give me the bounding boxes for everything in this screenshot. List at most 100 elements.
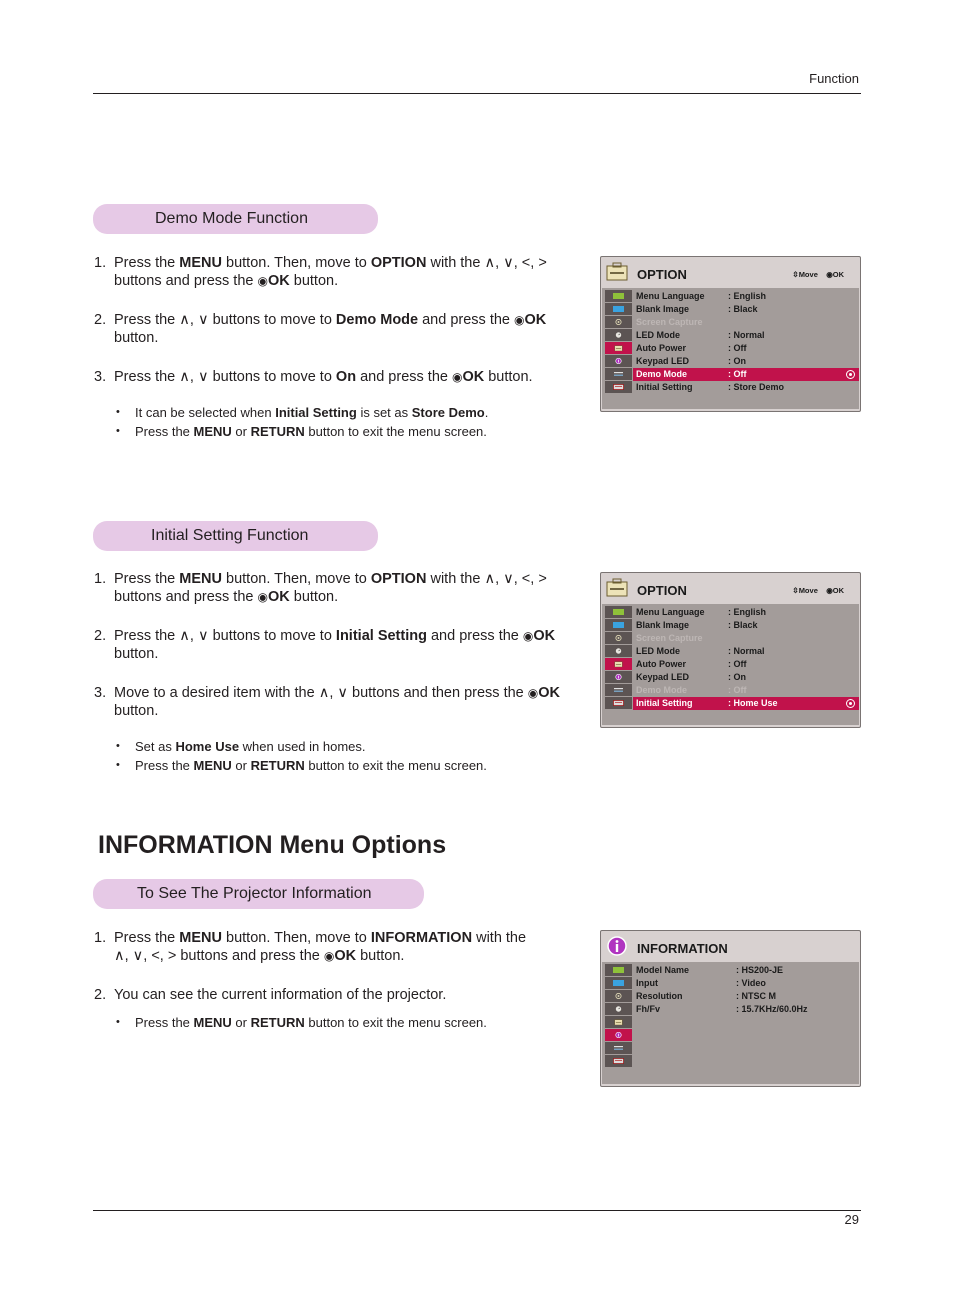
menu-row[interactable]: Demo Mode: Off — [633, 368, 859, 381]
step: 3. Move to a desired item with the ∧, ∨ … — [94, 684, 594, 720]
sidebar-item-option[interactable] — [605, 1016, 632, 1029]
ok-button-icon: ◉ — [522, 629, 534, 643]
notes-initial-setting: Set as Home Use when used in homes. Pres… — [116, 737, 487, 775]
menu-row[interactable]: Input: Video — [633, 977, 859, 990]
note-text: or — [231, 1015, 251, 1030]
menu-row-label: Demo Mode — [636, 685, 688, 695]
osd-sidebar — [602, 288, 633, 409]
menu-row[interactable]: Menu Language: English — [633, 290, 859, 303]
menu-row[interactable]: Blank Image: Black — [633, 303, 859, 316]
menu-row[interactable]: Keypad LED: On — [633, 671, 859, 684]
sidebar-item-screen[interactable] — [605, 977, 632, 990]
note-bold: Home Use — [175, 739, 240, 754]
section-pill-demo-mode: Demo Mode Function — [93, 204, 378, 234]
sidebar-item-information[interactable] — [605, 1029, 632, 1042]
step-text: and press the — [356, 369, 452, 385]
sidebar-item-timer[interactable] — [605, 329, 632, 342]
note-text: when used in homes. — [239, 739, 366, 754]
osd-body: Model Name: HS200-JE Input: Video Resoluti… — [602, 962, 859, 1084]
sidebar-item-timer[interactable] — [605, 1003, 632, 1016]
menu-row[interactable]: Initial Setting: Home Use — [633, 697, 859, 710]
menu-row[interactable]: Auto Power: Off — [633, 658, 859, 671]
sidebar-item-audio[interactable] — [605, 632, 632, 645]
sidebar-item-information[interactable] — [605, 355, 632, 368]
sidebar-item-information[interactable] — [605, 671, 632, 684]
menu-row-label: Model Name — [636, 965, 690, 975]
osd-rows: Menu Language: English Blank Image: Black… — [633, 604, 859, 725]
sidebar-item-option[interactable] — [605, 342, 632, 355]
menu-row[interactable]: Resolution: NTSC M — [633, 990, 859, 1003]
section-title-information: INFORMATION Menu Options — [98, 831, 447, 859]
menu-row[interactable]: Menu Language: English — [633, 606, 859, 619]
menu-row-value: : Black — [728, 620, 758, 630]
ok-button-icon: ◉ — [527, 686, 539, 700]
step: 1. Press the MENU button. Then, move to … — [94, 570, 594, 606]
option-icon — [613, 345, 624, 351]
picture-icon — [613, 293, 624, 299]
menu-row[interactable]: Blank Image: Black — [633, 619, 859, 632]
sidebar-item-screen[interactable] — [605, 619, 632, 632]
hint-ok: OK — [832, 586, 844, 595]
step-number: 1. — [94, 571, 107, 587]
osd-option-menu-initial: OPTION ⇳Move ◉OK Menu Language: English Bla… — [600, 572, 861, 728]
ok-button-icon: ◉ — [451, 370, 463, 384]
menu-row-value: : Black — [728, 304, 758, 314]
step-text: button. — [114, 646, 159, 662]
ok-button-icon: ◉ — [323, 949, 335, 963]
sidebar-item-timer[interactable] — [605, 645, 632, 658]
pill-label: To See The Projector Information — [137, 885, 372, 902]
menu-row[interactable]: Keypad LED: On — [633, 355, 859, 368]
note-bold: RETURN — [250, 424, 305, 439]
osd-sidebar — [602, 604, 633, 725]
keyboard-icon — [613, 384, 624, 390]
menu-row-label: LED Mode — [636, 330, 680, 340]
sidebar-item-audio[interactable] — [605, 990, 632, 1003]
step: 1. Press the MENU button. Then, move to … — [94, 929, 534, 965]
sidebar-item-picture[interactable] — [605, 964, 632, 977]
menu-row[interactable]: Auto Power: Off — [633, 342, 859, 355]
ok-button-icon: ◉ — [514, 313, 525, 327]
sidebar-item-keyboard[interactable] — [605, 1055, 632, 1068]
screen-icon — [613, 622, 624, 628]
menu-row-value: : On — [728, 672, 746, 682]
section-pill-initial-setting: Initial Setting Function — [93, 521, 378, 551]
sidebar-item-input[interactable] — [605, 1042, 632, 1055]
sidebar-item-input[interactable] — [605, 368, 632, 381]
hint-move: Move — [798, 270, 818, 279]
sidebar-item-screen[interactable] — [605, 303, 632, 316]
step-bold: OK — [538, 685, 560, 701]
note-text: . — [484, 405, 489, 420]
step-text: Press the — [114, 255, 180, 271]
menu-row-value: : Off — [728, 685, 747, 695]
input-icon — [613, 687, 624, 693]
note-bold: Store Demo — [411, 405, 485, 420]
step-bold: MENU — [179, 255, 222, 271]
keyboard-icon — [613, 1058, 624, 1064]
osd-header: OPTION ⇳Move ◉OK — [601, 257, 860, 288]
menu-row: Demo Mode : Off — [633, 684, 859, 697]
menu-row-value: : Normal — [728, 646, 765, 656]
menu-row[interactable]: LED Mode: Normal — [633, 329, 859, 342]
menu-row[interactable]: LED Mode: Normal — [633, 645, 859, 658]
ok-indicator-icon — [846, 370, 855, 379]
note-text: button to exit the menu screen. — [304, 1015, 487, 1030]
sidebar-item-picture[interactable] — [605, 606, 632, 619]
step-bold: OK — [533, 628, 556, 644]
sidebar-item-keyboard[interactable] — [605, 697, 632, 710]
osd-header: INFORMATION — [601, 931, 860, 962]
menu-row[interactable]: Model Name: HS200-JE — [633, 964, 859, 977]
timer-icon — [613, 332, 624, 338]
menu-row-value: : Off — [728, 369, 747, 379]
sidebar-item-audio[interactable] — [605, 316, 632, 329]
pill-label: Initial Setting Function — [151, 527, 309, 544]
step: 2. Press the ∧, ∨ buttons to move to Dem… — [94, 311, 589, 347]
menu-row[interactable]: Fh/Fv: 15.7KHz/60.0Hz — [633, 1003, 859, 1016]
step-bold: OK — [334, 948, 357, 964]
note-item: Press the MENU or RETURN button to exit … — [116, 1013, 487, 1032]
information-icon — [607, 936, 627, 956]
sidebar-item-input[interactable] — [605, 684, 632, 697]
sidebar-item-keyboard[interactable] — [605, 381, 632, 394]
sidebar-item-option[interactable] — [605, 658, 632, 671]
menu-row[interactable]: Initial Setting: Store Demo — [633, 381, 859, 394]
sidebar-item-picture[interactable] — [605, 290, 632, 303]
